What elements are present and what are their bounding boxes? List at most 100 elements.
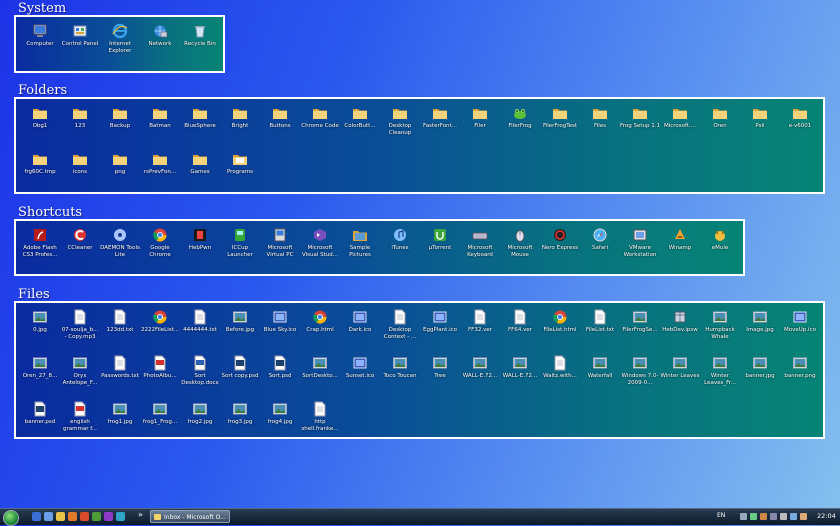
folders-item[interactable]: Desktop Cleanup <box>380 105 420 151</box>
folders-item[interactable]: FilerFrog <box>500 105 540 151</box>
shortcuts-item[interactable]: Microsoft Virtual PC <box>260 227 300 273</box>
start-button[interactable] <box>3 510 19 526</box>
files-item[interactable]: 07-soulja_b... - Copy.mp3 <box>60 309 100 355</box>
files-item[interactable]: Windows 7.0-2009-0... <box>620 355 660 401</box>
folders-item[interactable]: Backup <box>100 105 140 151</box>
shortcuts-item[interactable]: eMule <box>700 227 740 273</box>
files-item[interactable]: FF64.ver <box>500 309 540 355</box>
shortcuts-item[interactable]: Safari <box>580 227 620 273</box>
files-item[interactable]: FileList.txt <box>580 309 620 355</box>
shortcuts-item[interactable]: HebPwn <box>180 227 220 273</box>
firefox-quicklaunch-icon[interactable] <box>68 512 77 521</box>
network-tray-icon[interactable] <box>770 513 777 520</box>
files-item[interactable]: frog3.jpg <box>220 401 260 447</box>
fence-shortcuts[interactable]: Adobe Flash CS3 Profes... CCleaner DAEMON … <box>14 219 745 276</box>
files-item[interactable]: HebDev.ipsw <box>660 309 700 355</box>
files-item[interactable]: Crap.html <box>300 309 340 355</box>
files-item[interactable]: Oryx Antelope_F... <box>60 355 100 401</box>
files-item[interactable]: banner.png <box>780 355 820 401</box>
shortcuts-item[interactable]: ICCup Launcher <box>220 227 260 273</box>
folders-item[interactable]: Filer <box>460 105 500 151</box>
folders-item[interactable]: Files <box>580 105 620 151</box>
language-indicator[interactable]: EN <box>717 512 725 519</box>
system-item[interactable]: Computer <box>20 23 60 69</box>
files-item[interactable]: english grammar f... <box>60 401 100 447</box>
tray-icon-1[interactable] <box>740 513 747 520</box>
shortcuts-item[interactable]: Sample Pictures <box>340 227 380 273</box>
files-item[interactable]: frog1.jpg <box>100 401 140 447</box>
files-item[interactable]: 4444444.txt <box>180 309 220 355</box>
system-item[interactable]: Recycle Bin <box>180 23 220 69</box>
files-item[interactable]: Dark.ico <box>340 309 380 355</box>
files-item[interactable]: 2222FileList... <box>140 309 180 355</box>
files-item[interactable]: Winter Leaves <box>660 355 700 401</box>
media-quicklaunch-icon[interactable] <box>80 512 89 521</box>
shortcuts-item[interactable]: µTorrent <box>420 227 460 273</box>
shortcuts-item[interactable]: Microsoft Visual Stud... <box>300 227 340 273</box>
tray-icon-2[interactable] <box>750 513 757 520</box>
files-item[interactable]: Desktop Context - ... <box>380 309 420 355</box>
files-item[interactable]: Blue Sky.ico <box>260 309 300 355</box>
folders-item[interactable]: FasterFont... <box>420 105 460 151</box>
files-item[interactable]: FileList.html <box>540 309 580 355</box>
shortcuts-item[interactable]: Winamp <box>660 227 700 273</box>
files-item[interactable]: Toco Toucan <box>380 355 420 401</box>
files-item[interactable]: frog4.jpg <box>260 401 300 447</box>
taskbar-clock[interactable]: 22:04 <box>817 512 836 520</box>
folders-item[interactable]: Programs <box>220 151 260 197</box>
files-item[interactable]: Waterfall <box>580 355 620 401</box>
files-item[interactable]: Oren_27_8... <box>20 355 60 401</box>
app-quicklaunch-icon[interactable] <box>92 512 101 521</box>
files-item[interactable]: frog1_Frog... <box>140 401 180 447</box>
shortcuts-item[interactable]: Microsoft Keyboard <box>460 227 500 273</box>
files-item[interactable]: Winter Leaves_Fr... <box>700 355 740 401</box>
shortcuts-item[interactable]: Microsoft Mouse <box>500 227 540 273</box>
show-desktop-icon[interactable] <box>32 512 41 521</box>
quicklaunch-overflow-chevron-icon[interactable]: » <box>138 510 143 519</box>
files-item[interactable]: Waltz.with... <box>540 355 580 401</box>
files-item[interactable]: WALL-E.72... <box>500 355 540 401</box>
files-item[interactable]: Tree <box>420 355 460 401</box>
shortcuts-item[interactable]: Adobe Flash CS3 Profes... <box>20 227 60 273</box>
app2-quicklaunch-icon[interactable] <box>104 512 113 521</box>
files-item[interactable]: 123dd.txt <box>100 309 140 355</box>
folders-item[interactable]: Buttons <box>260 105 300 151</box>
shortcuts-item[interactable]: Google Chrome <box>140 227 180 273</box>
shortcuts-item[interactable]: VMware Workstation <box>620 227 660 273</box>
folders-item[interactable]: 123 <box>60 105 100 151</box>
files-item[interactable]: Sort.psd <box>260 355 300 401</box>
files-item[interactable]: FilerFrogSe... <box>620 309 660 355</box>
folders-item[interactable]: frg60C.tmp <box>20 151 60 197</box>
folders-item[interactable]: Batman <box>140 105 180 151</box>
fence-folders[interactable]: Obg1 123 Backup Batman BlueSphere Bright Butto… <box>14 97 825 194</box>
folders-item[interactable]: png <box>100 151 140 197</box>
tray-icon-7[interactable] <box>800 513 807 520</box>
files-item[interactable]: 0.jpg <box>20 309 60 355</box>
folders-item[interactable]: Obg1 <box>20 105 60 151</box>
folders-item[interactable]: Frog Setup 1.1 <box>620 105 660 151</box>
folders-item[interactable]: Oren <box>700 105 740 151</box>
ie-quicklaunch-icon[interactable] <box>44 512 53 521</box>
folders-item[interactable]: Microsoft.... <box>660 105 700 151</box>
folders-item[interactable]: rsPrevFon... <box>140 151 180 197</box>
files-item[interactable]: http shell.franke... <box>300 401 340 447</box>
files-item[interactable]: Before.jpg <box>220 309 260 355</box>
files-item[interactable]: Humpback Whale <box>700 309 740 355</box>
shortcuts-item[interactable]: DAEMON Tools Lite <box>100 227 140 273</box>
files-item[interactable]: PhotoAlbu... <box>140 355 180 401</box>
tray-icon-6[interactable] <box>790 513 797 520</box>
folders-item[interactable]: ColorButt... <box>340 105 380 151</box>
volume-tray-icon[interactable] <box>780 513 787 520</box>
files-item[interactable]: banner.jpg <box>740 355 780 401</box>
folders-item[interactable]: Bright <box>220 105 260 151</box>
system-item[interactable]: Internet Explorer <box>100 23 140 69</box>
taskbar-button-inbox[interactable]: Inbox - Microsoft O... <box>150 510 230 523</box>
files-item[interactable]: SortDeskto... <box>300 355 340 401</box>
shortcuts-item[interactable]: CCleaner <box>60 227 100 273</box>
system-item[interactable]: Control Panel <box>60 23 100 69</box>
fence-system[interactable]: Computer Control Panel Internet Explorer Ne… <box>14 15 225 73</box>
files-item[interactable]: MoveUp.ico <box>780 309 820 355</box>
files-item[interactable]: EggPlant.ico <box>420 309 460 355</box>
system-item[interactable]: Network <box>140 23 180 69</box>
folders-item[interactable]: BlueSphere <box>180 105 220 151</box>
